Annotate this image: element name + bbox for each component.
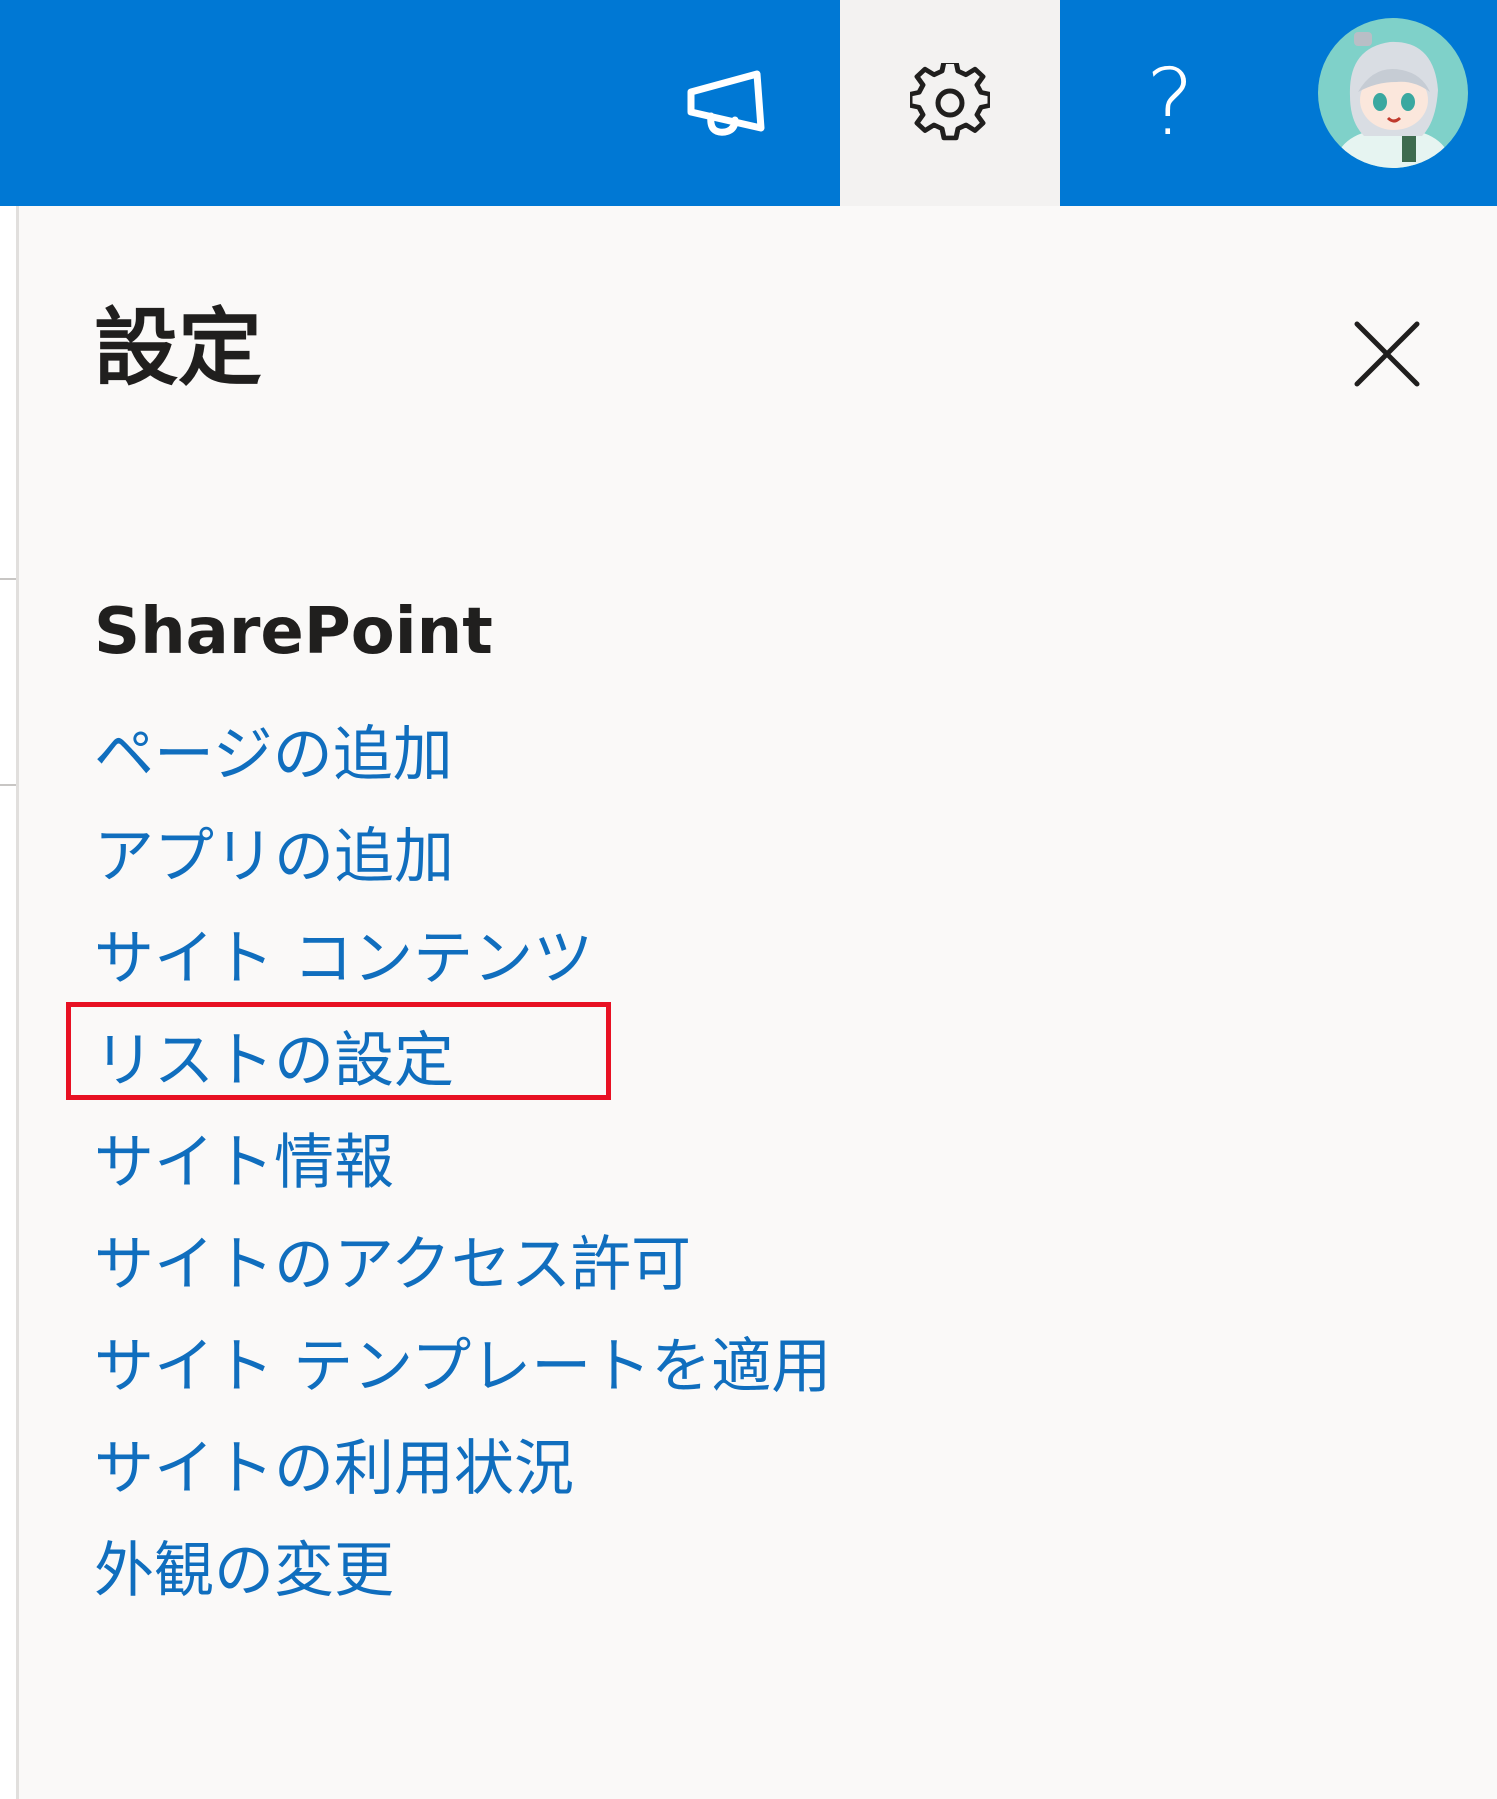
settings-panel: 設定 SharePoint ページの追加 アプリの追加 サイト コンテンツ リス… bbox=[19, 206, 1497, 1799]
menu-item-site-information[interactable]: サイト情報 bbox=[94, 1112, 831, 1214]
menu-item-site-contents[interactable]: サイト コンテンツ bbox=[94, 908, 831, 1010]
divider bbox=[0, 578, 16, 580]
close-button[interactable] bbox=[1349, 316, 1425, 392]
megaphone-icon bbox=[687, 70, 765, 136]
section-title-sharepoint: SharePoint bbox=[94, 595, 493, 669]
menu-item-apply-site-template[interactable]: サイト テンプレートを適用 bbox=[94, 1316, 831, 1418]
settings-menu: ページの追加 アプリの追加 サイト コンテンツ リストの設定 サイト情報 サイト… bbox=[94, 704, 831, 1622]
panel-title: 設定 bbox=[94, 299, 263, 397]
settings-button[interactable] bbox=[840, 0, 1060, 206]
highlight-annotation-box bbox=[66, 1002, 611, 1100]
menu-item-site-usage[interactable]: サイトの利用状況 bbox=[94, 1418, 831, 1520]
menu-item-change-look[interactable]: 外観の変更 bbox=[94, 1520, 831, 1622]
close-icon bbox=[1354, 321, 1420, 387]
avatar[interactable] bbox=[1318, 18, 1468, 168]
gear-icon bbox=[910, 63, 990, 141]
top-bar: ? bbox=[0, 0, 1497, 206]
menu-item-site-permissions[interactable]: サイトのアクセス許可 bbox=[94, 1214, 831, 1316]
menu-item-add-page[interactable]: ページの追加 bbox=[94, 704, 831, 806]
help-button[interactable]: ? bbox=[1060, 0, 1280, 206]
avatar-image bbox=[1318, 18, 1468, 168]
background-page-edge bbox=[0, 206, 19, 1799]
help-icon: ? bbox=[1145, 49, 1195, 156]
divider bbox=[0, 784, 16, 786]
announcement-button[interactable] bbox=[618, 0, 838, 206]
menu-item-add-app[interactable]: アプリの追加 bbox=[94, 806, 831, 908]
